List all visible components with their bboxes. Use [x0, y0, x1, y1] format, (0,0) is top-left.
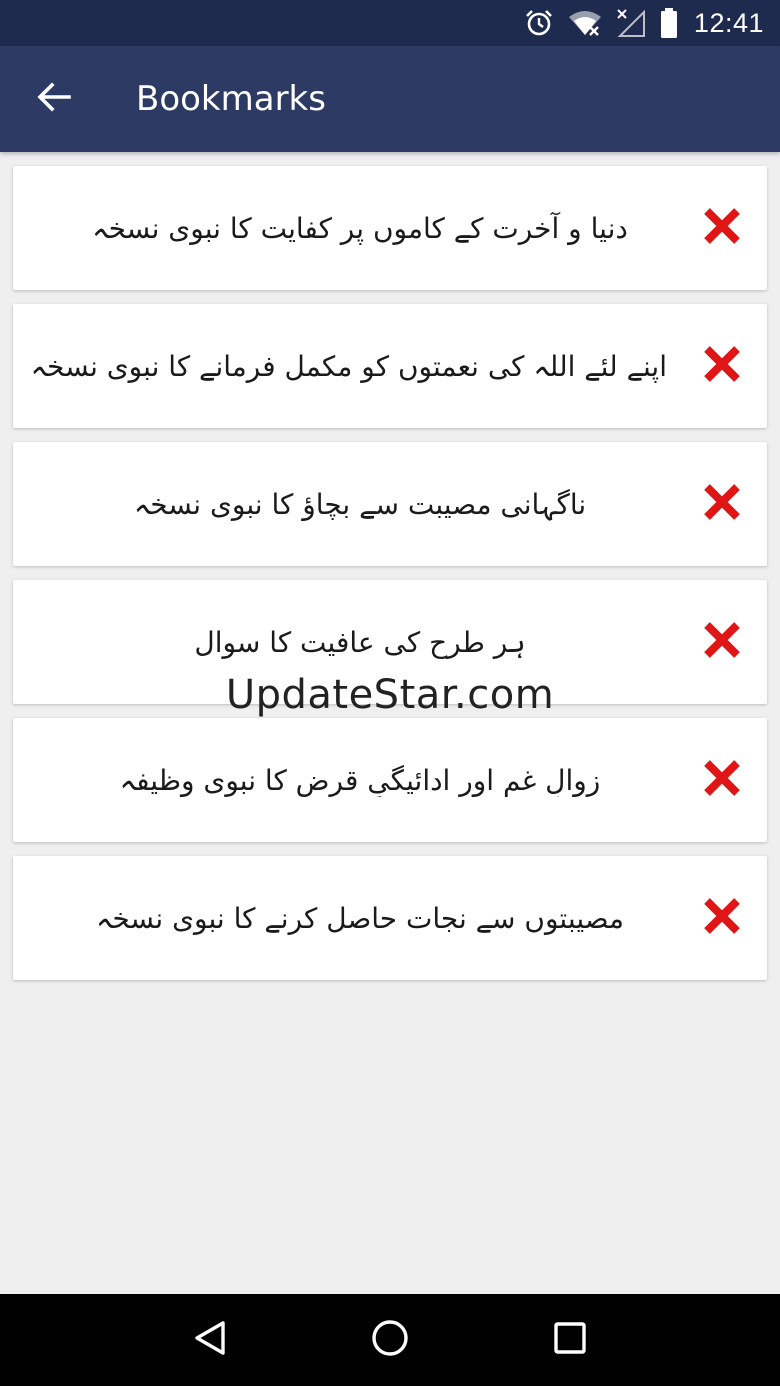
- bookmark-title: ہر طرح کی عافیت کا سوال: [194, 625, 526, 659]
- bookmark-title: زوالِ غم اور ادائیگیِ قرض کا نبوی وظیفہ: [119, 763, 601, 797]
- remove-bookmark-button[interactable]: [687, 193, 757, 263]
- remove-bookmark-button[interactable]: [687, 607, 757, 677]
- recents-square-icon: [553, 1321, 587, 1359]
- home-circle-icon: [370, 1318, 410, 1362]
- close-x-icon: [702, 482, 742, 526]
- remove-bookmark-button[interactable]: [687, 745, 757, 815]
- bookmark-list: دنیا و آخرت کے کاموں پر کفایت کا نبوی نس…: [13, 166, 767, 994]
- back-triangle-icon: [193, 1320, 227, 1360]
- close-x-icon: [702, 620, 742, 664]
- status-bar: 12:41: [0, 0, 780, 46]
- remove-bookmark-button[interactable]: [687, 331, 757, 401]
- page-title: Bookmarks: [136, 79, 326, 119]
- bookmark-item[interactable]: مصیبتوں سے نجات حاصل کرنے کا نبوی نسخہ: [13, 856, 767, 980]
- close-x-icon: [702, 206, 742, 250]
- bookmark-item[interactable]: زوالِ غم اور ادائیگیِ قرض کا نبوی وظیفہ: [13, 718, 767, 842]
- watermark-text: UpdateStar.com: [225, 672, 555, 718]
- close-x-icon: [702, 896, 742, 940]
- bookmark-item[interactable]: اپنے لئے اللہ کی نعمتوں کو مکمل فرمانے ک…: [13, 304, 767, 428]
- nav-back-button[interactable]: [180, 1310, 240, 1370]
- nav-recents-button[interactable]: [540, 1310, 600, 1370]
- battery-icon: [660, 8, 678, 38]
- system-nav-bar: [0, 1294, 780, 1386]
- nav-home-button[interactable]: [360, 1310, 420, 1370]
- bookmark-title: دنیا و آخرت کے کاموں پر کفایت کا نبوی نس…: [92, 211, 628, 245]
- remove-bookmark-button[interactable]: [687, 469, 757, 539]
- close-x-icon: [702, 344, 742, 388]
- remove-bookmark-button[interactable]: [687, 883, 757, 953]
- status-time: 12:41: [693, 7, 764, 38]
- close-x-icon: [702, 758, 742, 802]
- back-button[interactable]: [26, 71, 82, 127]
- bookmark-title: اپنے لئے اللہ کی نعمتوں کو مکمل فرمانے ک…: [30, 349, 667, 383]
- signal-off-icon: [616, 8, 646, 38]
- bookmark-item[interactable]: دنیا و آخرت کے کاموں پر کفایت کا نبوی نس…: [13, 166, 767, 290]
- app-bar: Bookmarks: [0, 46, 780, 152]
- arrow-left-icon: [37, 82, 71, 116]
- bookmark-item[interactable]: ناگہانی مصیبت سے بچاؤ کا نبوی نسخہ: [13, 442, 767, 566]
- alarm-icon: [524, 8, 554, 38]
- wifi-off-icon: [568, 9, 602, 37]
- bookmark-title: مصیبتوں سے نجات حاصل کرنے کا نبوی نسخہ: [95, 901, 625, 935]
- bookmark-title: ناگہانی مصیبت سے بچاؤ کا نبوی نسخہ: [133, 487, 587, 521]
